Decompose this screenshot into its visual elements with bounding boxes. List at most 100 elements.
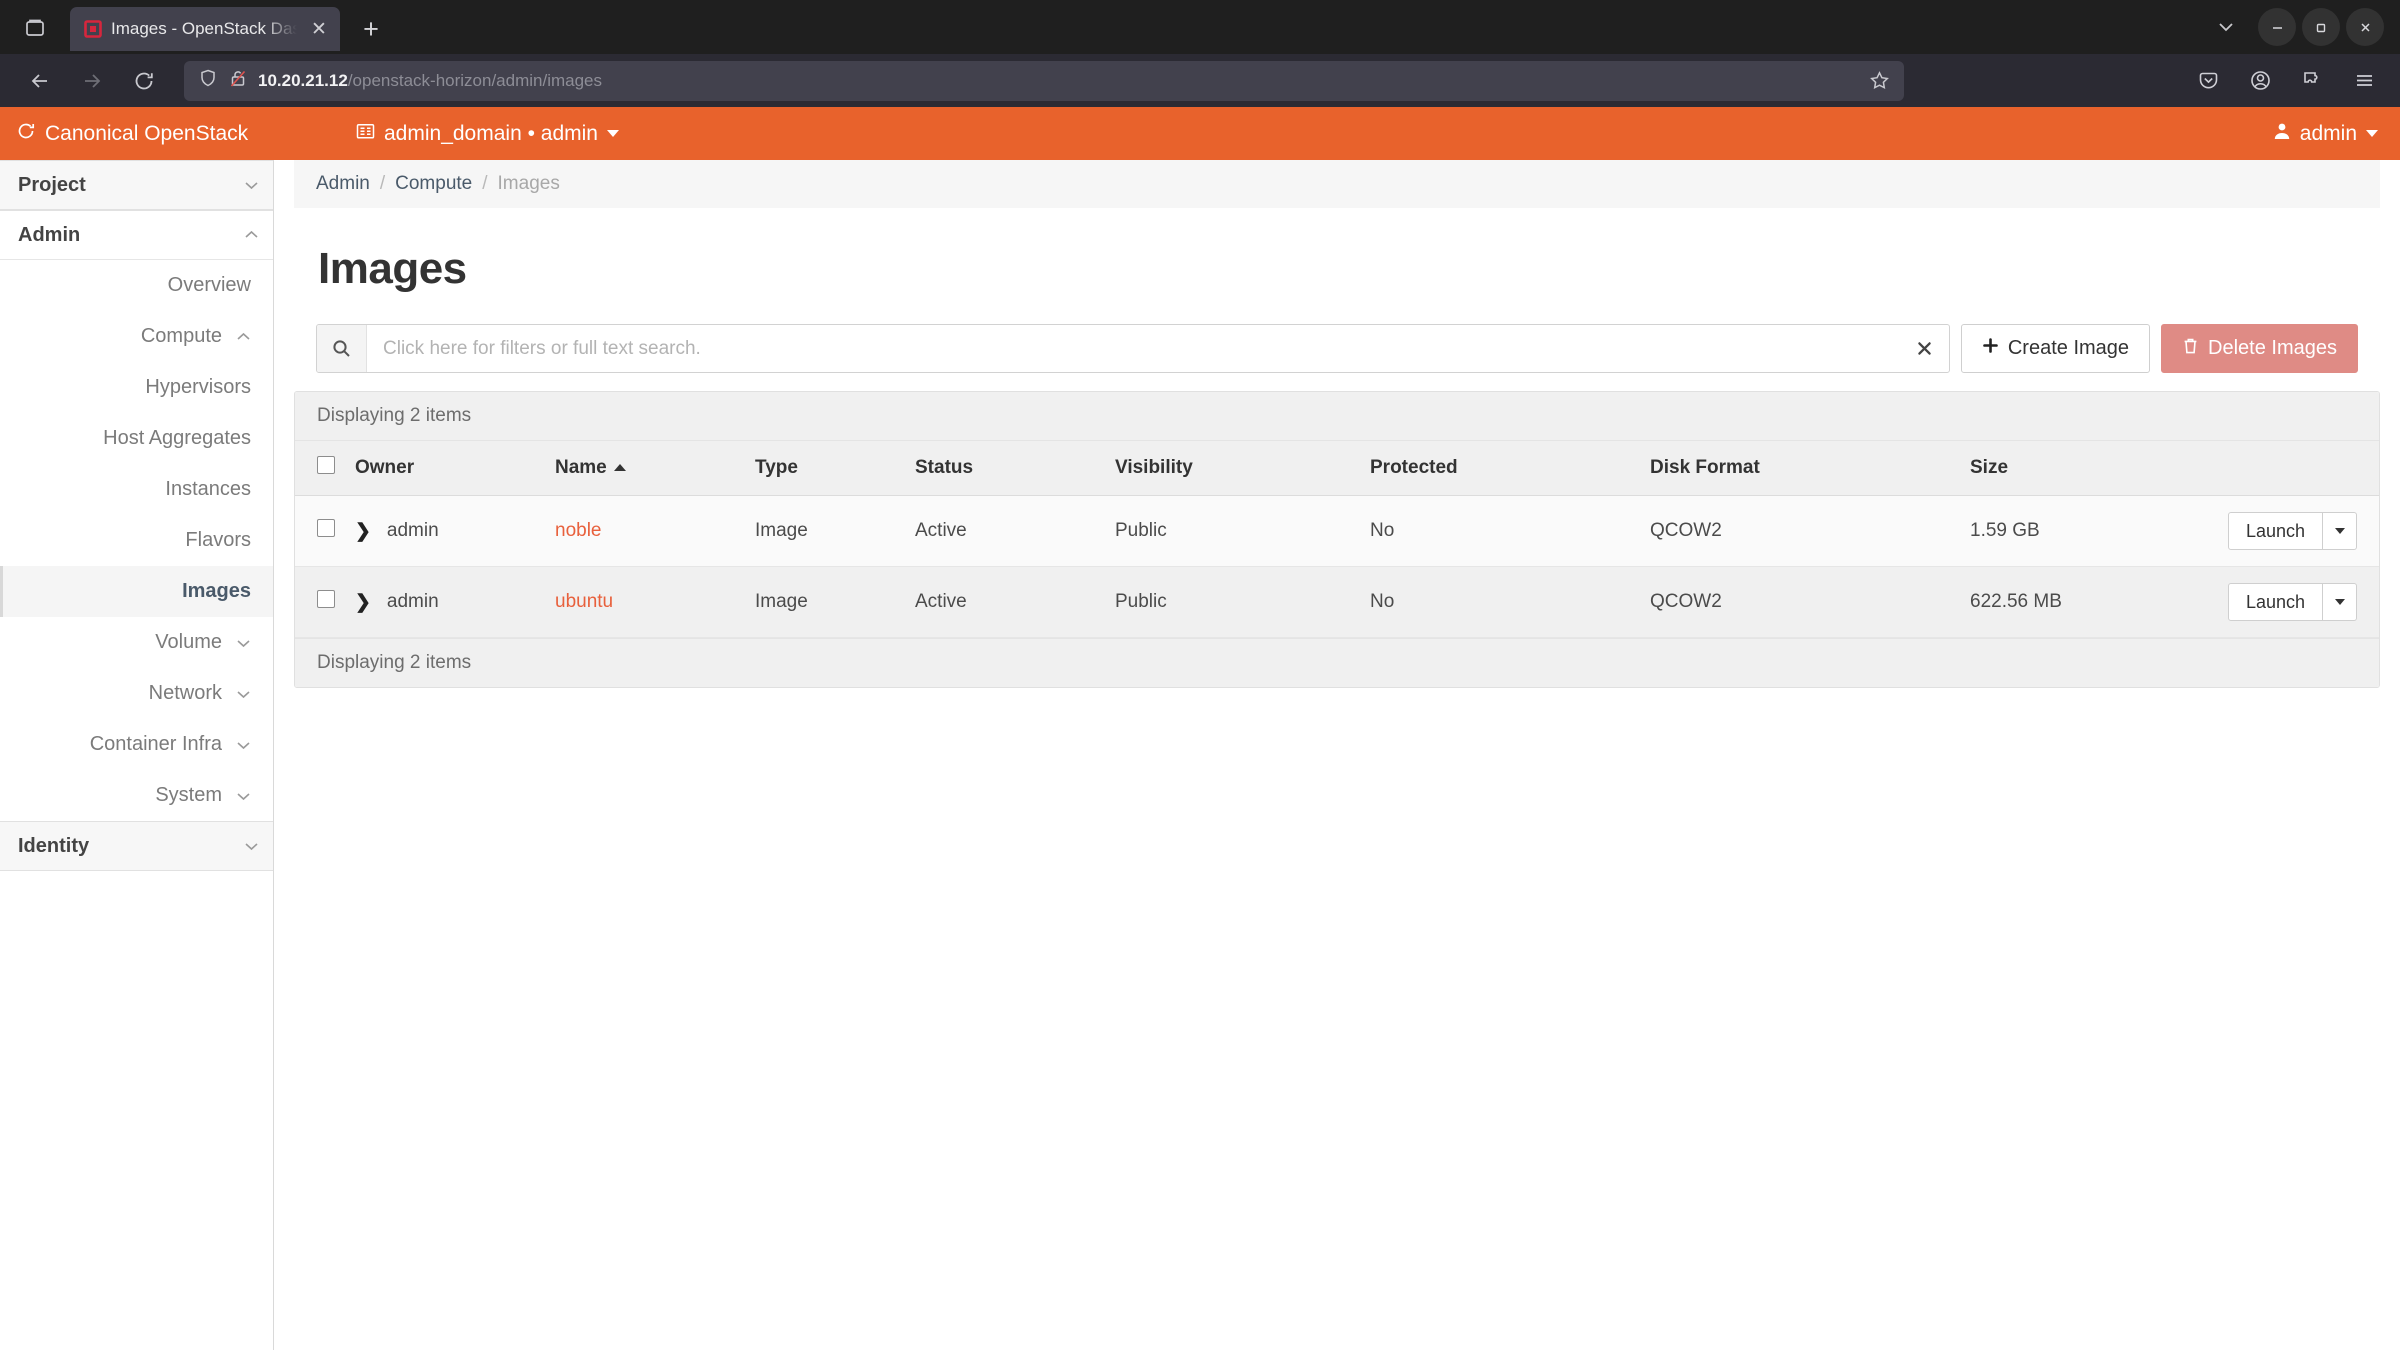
- image-name-link[interactable]: ubuntu: [555, 591, 613, 612]
- column-size[interactable]: Size: [1970, 441, 2179, 496]
- app-menu-icon[interactable]: [2344, 61, 2384, 101]
- context-switcher[interactable]: admin_domain • admin: [356, 122, 619, 146]
- table-row[interactable]: ❯ admin noble Image Active Public No QCO…: [295, 495, 2379, 567]
- sidebar-item-label: Host Aggregates: [103, 427, 251, 449]
- table-header: Owner Name Type Status Visibility Protec…: [295, 441, 2379, 496]
- delete-images-label: Delete Images: [2208, 337, 2337, 359]
- breadcrumb-item-admin[interactable]: Admin: [316, 173, 370, 195]
- tab-list-chevron-icon[interactable]: [2200, 7, 2252, 47]
- chevron-down-icon: [244, 841, 259, 851]
- lock-broken-icon[interactable]: [228, 68, 248, 93]
- sidebar-item-network[interactable]: Network: [0, 668, 273, 719]
- firefox-view-icon[interactable]: [0, 0, 70, 54]
- window-minimize-button[interactable]: [2258, 8, 2296, 46]
- row-checkbox[interactable]: [317, 590, 335, 608]
- sidebar-item-system[interactable]: System: [0, 770, 273, 821]
- sidebar-item-label: Flavors: [185, 529, 251, 551]
- extensions-icon[interactable]: [2292, 61, 2332, 101]
- cell-visibility: Public: [1115, 495, 1370, 567]
- delete-images-button[interactable]: Delete Images: [2161, 324, 2358, 373]
- image-name-link[interactable]: noble: [555, 520, 602, 541]
- browser-tab[interactable]: Images - OpenStack Dash ✕: [70, 7, 340, 51]
- tab-close-icon[interactable]: ✕: [306, 16, 332, 42]
- cell-status: Active: [915, 495, 1115, 567]
- column-name[interactable]: Name: [555, 441, 755, 496]
- openstack-favicon-icon: [84, 20, 102, 38]
- cell-status: Active: [915, 566, 1115, 638]
- chevron-down-icon: [236, 791, 251, 801]
- create-image-button[interactable]: Create Image: [1960, 324, 2151, 373]
- sidebar-item-host-aggregates[interactable]: Host Aggregates: [0, 413, 273, 464]
- window-maximize-button[interactable]: [2302, 8, 2340, 46]
- page-title: Images: [318, 244, 467, 293]
- sidebar-item-container-infra[interactable]: Container Infra: [0, 719, 273, 770]
- context-label: admin_domain • admin: [384, 121, 598, 145]
- launch-button[interactable]: Launch: [2227, 583, 2323, 621]
- search-input[interactable]: [367, 325, 1901, 372]
- sidebar-item-images[interactable]: Images: [0, 566, 273, 617]
- new-tab-button[interactable]: +: [348, 7, 394, 51]
- cell-size: 622.56 MB: [1970, 566, 2179, 638]
- sidebar: Project Admin Overview Compute Hyperviso…: [0, 160, 274, 1350]
- column-type[interactable]: Type: [755, 441, 915, 496]
- trash-icon: [2182, 337, 2199, 361]
- openstack-topbar: Canonical OpenStack admin_domain • admin…: [0, 107, 2400, 160]
- url-bar[interactable]: 10.20.21.12/openstack-horizon/admin/imag…: [184, 60, 1904, 101]
- sidebar-item-overview[interactable]: Overview: [0, 260, 273, 311]
- table-row[interactable]: ❯ admin ubuntu Image Active Public No QC…: [295, 566, 2379, 638]
- back-button-icon[interactable]: [16, 61, 64, 101]
- row-select-cell[interactable]: [295, 566, 355, 638]
- table-count-top: Displaying 2 items: [295, 392, 2379, 441]
- sidebar-item-flavors[interactable]: Flavors: [0, 515, 273, 566]
- star-icon[interactable]: [1860, 64, 1898, 98]
- browser-navbar: 10.20.21.12/openstack-horizon/admin/imag…: [0, 54, 2400, 107]
- sidebar-group-admin[interactable]: Admin: [0, 210, 273, 260]
- launch-button[interactable]: Launch: [2227, 512, 2323, 550]
- user-icon: [2273, 122, 2291, 146]
- column-owner[interactable]: Owner: [355, 441, 555, 496]
- sidebar-item-volume[interactable]: Volume: [0, 617, 273, 668]
- sidebar-item-label: Container Infra: [89, 733, 222, 755]
- sidebar-group-label: Admin: [18, 223, 81, 246]
- account-icon[interactable]: [2240, 61, 2280, 101]
- cell-name: noble: [555, 495, 755, 567]
- url-text[interactable]: 10.20.21.12/openstack-horizon/admin/imag…: [258, 71, 1850, 91]
- table-count-bottom: Displaying 2 items: [295, 638, 2379, 687]
- row-expand-icon[interactable]: ❯: [355, 520, 371, 543]
- sidebar-item-hypervisors[interactable]: Hypervisors: [0, 362, 273, 413]
- pocket-icon[interactable]: [2188, 61, 2228, 101]
- sidebar-item-compute[interactable]: Compute: [0, 311, 273, 362]
- forward-button-icon[interactable]: [68, 61, 116, 101]
- column-visibility[interactable]: Visibility: [1115, 441, 1370, 496]
- search-bar[interactable]: [316, 324, 1950, 373]
- breadcrumb-item-compute[interactable]: Compute: [395, 173, 472, 195]
- cell-type: Image: [755, 566, 915, 638]
- search-icon: [317, 325, 367, 372]
- launch-dropdown-toggle[interactable]: [2323, 583, 2357, 621]
- launch-dropdown-toggle[interactable]: [2323, 512, 2357, 550]
- window-close-button[interactable]: [2346, 8, 2384, 46]
- sidebar-group-identity[interactable]: Identity: [0, 821, 273, 871]
- sidebar-item-label: System: [155, 784, 222, 806]
- images-table-panel: Displaying 2 items Owner Name Type Statu…: [294, 391, 2380, 688]
- column-status[interactable]: Status: [915, 441, 1115, 496]
- row-checkbox[interactable]: [317, 519, 335, 537]
- select-all-checkbox[interactable]: [317, 456, 335, 474]
- create-image-label: Create Image: [2007, 337, 2130, 359]
- column-disk-format[interactable]: Disk Format: [1650, 441, 1970, 496]
- breadcrumb: Admin / Compute / Images: [294, 160, 2380, 208]
- page-body: Project Admin Overview Compute Hyperviso…: [0, 160, 2400, 1350]
- sidebar-group-project[interactable]: Project: [0, 160, 273, 210]
- clear-icon[interactable]: [1901, 325, 1949, 372]
- column-protected[interactable]: Protected: [1370, 441, 1650, 496]
- row-expand-icon[interactable]: ❯: [355, 591, 371, 614]
- shield-icon[interactable]: [198, 68, 218, 93]
- cell-actions: Launch: [2179, 566, 2379, 638]
- user-menu[interactable]: admin: [2273, 122, 2400, 146]
- sidebar-item-instances[interactable]: Instances: [0, 464, 273, 515]
- sidebar-item-label: Compute: [140, 325, 222, 347]
- reload-button-icon[interactable]: [120, 61, 168, 101]
- brand[interactable]: Canonical OpenStack: [0, 121, 274, 147]
- row-select-cell[interactable]: [295, 495, 355, 567]
- column-select-all[interactable]: [295, 441, 355, 496]
